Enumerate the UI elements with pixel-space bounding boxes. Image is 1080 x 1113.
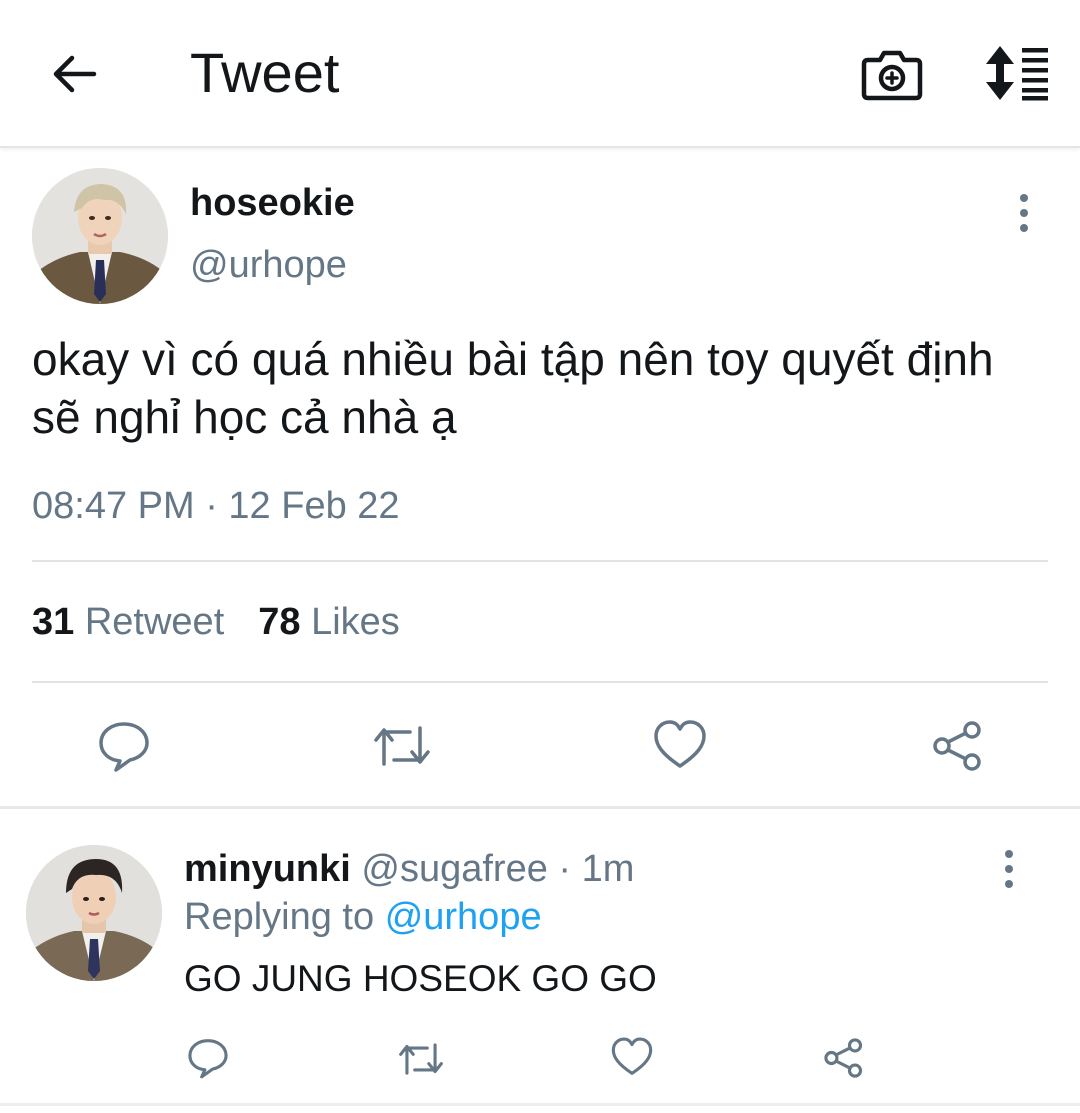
- more-options-button[interactable]: [1008, 192, 1040, 234]
- reply-text: GO JUNG HOSEOK GO GO: [184, 958, 657, 999]
- divider: [32, 681, 1048, 683]
- tweet-stats: 31 Retweet 78 Likes: [32, 598, 400, 646]
- reply-like-button[interactable]: [610, 1036, 654, 1083]
- camera-button[interactable]: [860, 44, 924, 104]
- reply-button[interactable]: [96, 718, 152, 779]
- likes-count: 78: [258, 601, 301, 643]
- sort-list-icon: [986, 46, 1048, 101]
- replying-to-mention[interactable]: @urhope: [385, 896, 542, 938]
- back-button[interactable]: [48, 50, 100, 98]
- share-icon: [824, 1038, 863, 1078]
- comment-icon: [188, 1039, 228, 1079]
- reply-header: minyunki @sugafree · 1m: [184, 846, 634, 892]
- more-vertical-icon: [1020, 194, 1028, 232]
- retweet-icon: [374, 726, 430, 766]
- share-button[interactable]: [930, 718, 986, 779]
- likes-stat-label: Likes: [311, 601, 400, 643]
- reply-share-button[interactable]: [822, 1036, 866, 1085]
- divider: [32, 560, 1048, 562]
- arrow-left-icon: [53, 55, 97, 93]
- reply-author-handle[interactable]: @sugafree: [361, 848, 547, 890]
- author-display-name[interactable]: hoseokie: [190, 180, 355, 226]
- share-icon: [933, 721, 981, 771]
- page-title: Tweet: [190, 41, 340, 104]
- section-separator: [0, 806, 1080, 809]
- heart-icon: [654, 720, 706, 768]
- more-vertical-icon: [1005, 850, 1013, 888]
- camera-plus-icon: [861, 50, 923, 101]
- profile-photo: [26, 845, 162, 981]
- reply-reply-button[interactable]: [186, 1036, 230, 1085]
- avatar[interactable]: [26, 845, 162, 981]
- retweet-count: 31: [32, 601, 75, 643]
- retweet-button[interactable]: [370, 720, 434, 777]
- retweet-icon: [399, 1043, 443, 1075]
- avatar[interactable]: [32, 168, 168, 304]
- author-handle[interactable]: @urhope: [190, 242, 347, 288]
- heart-icon: [611, 1037, 653, 1075]
- divider: [0, 1103, 1080, 1106]
- tweet-text: okay vì có quá nhiều bài tập nên toy quy…: [32, 333, 994, 443]
- tweet-timestamp: 08:47 PM · 12 Feb 22: [32, 485, 400, 527]
- reply-retweet-button[interactable]: [396, 1038, 446, 1085]
- like-button[interactable]: [652, 718, 708, 777]
- likes-stat[interactable]: 78 Likes: [258, 601, 400, 643]
- retweet-stat[interactable]: 31 Retweet: [32, 601, 224, 643]
- retweet-stat-label: Retweet: [84, 601, 225, 643]
- sort-button[interactable]: [982, 44, 1052, 102]
- reply-more-options-button[interactable]: [994, 848, 1024, 890]
- top-app-bar: Tweet: [0, 0, 1080, 148]
- reply-author-display-name[interactable]: minyunki: [184, 848, 351, 890]
- reply-time: · 1m: [558, 848, 635, 890]
- replying-to-label: Replying to: [184, 896, 375, 938]
- profile-photo: [32, 168, 168, 304]
- replying-to: Replying to @urhope: [184, 894, 542, 940]
- comment-icon: [99, 722, 149, 772]
